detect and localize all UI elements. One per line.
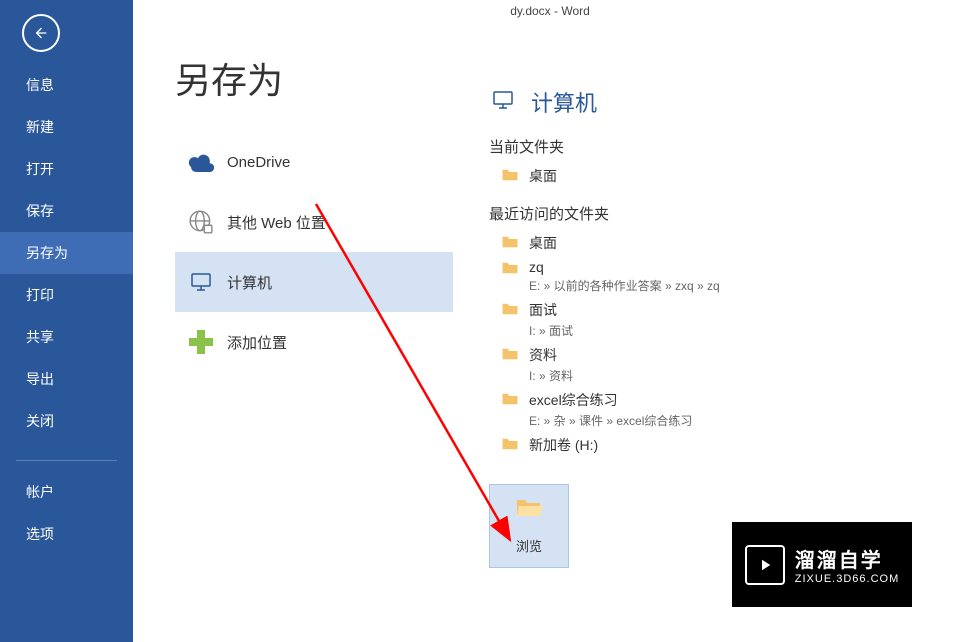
recent-folders-heading: 最近访问的文件夹: [489, 203, 967, 224]
cloud-icon: [183, 152, 219, 172]
folder-icon: [501, 347, 519, 361]
browse-label: 浏览: [516, 536, 542, 555]
sidebar-item-label: 选项: [26, 526, 54, 542]
watermark-line1: 溜溜自学: [795, 544, 899, 573]
folder-icon: [501, 302, 519, 316]
folder-name: excel综合练习: [529, 390, 692, 410]
watermark-badge: 溜溜自学 ZIXUE.3D66.COM: [732, 522, 912, 607]
current-folder-item[interactable]: 桌面: [489, 163, 967, 189]
folder-open-icon: [515, 497, 543, 524]
location-detail-title: 计算机: [531, 86, 597, 118]
recent-folder-item[interactable]: 面试 I: » 面试: [489, 297, 967, 342]
play-icon: [745, 545, 785, 585]
folder-name: 新加卷 (H:): [529, 435, 598, 455]
back-button[interactable]: [22, 14, 60, 52]
sidebar-item-label: 打开: [26, 161, 54, 177]
location-label: 计算机: [227, 272, 272, 293]
globe-icon: [183, 209, 219, 235]
sidebar-item-close[interactable]: 关闭: [0, 400, 133, 442]
sidebar-item-export[interactable]: 导出: [0, 358, 133, 400]
sidebar-item-label: 打印: [26, 287, 54, 303]
watermark-line2: ZIXUE.3D66.COM: [795, 573, 899, 585]
window-title: dy.docx - Word: [133, 0, 967, 24]
recent-folder-item[interactable]: zq E: » 以前的各种作业答案 » zxq » zq: [489, 256, 967, 297]
backstage-sidebar: 信息 新建 打开 保存 另存为 打印 共享 导出 关闭 帐户 选项: [0, 0, 133, 642]
sidebar-item-label: 新建: [26, 119, 54, 135]
location-detail-header: 计算机: [489, 86, 967, 118]
sidebar-item-save[interactable]: 保存: [0, 190, 133, 232]
folder-name: zq: [529, 259, 720, 275]
sidebar-item-label: 保存: [26, 203, 54, 219]
folder-icon: [501, 392, 519, 406]
folder-icon: [501, 261, 519, 275]
folder-icon: [501, 437, 519, 451]
page-title: 另存为: [175, 52, 453, 104]
sidebar-item-label: 帐户: [26, 484, 54, 500]
location-label: OneDrive: [227, 154, 290, 171]
folder-name: 面试: [529, 300, 573, 320]
location-computer[interactable]: 计算机: [175, 252, 453, 312]
sidebar-item-print[interactable]: 打印: [0, 274, 133, 316]
sidebar-item-label: 共享: [26, 329, 54, 345]
location-onedrive[interactable]: OneDrive: [175, 132, 453, 192]
computer-icon: [489, 88, 517, 117]
sidebar-item-new[interactable]: 新建: [0, 106, 133, 148]
computer-icon: [183, 270, 219, 294]
location-label: 添加位置: [227, 332, 287, 353]
folder-name: 桌面: [529, 166, 557, 186]
folder-path: E: » 以前的各种作业答案 » zxq » zq: [529, 277, 720, 294]
sidebar-item-open[interactable]: 打开: [0, 148, 133, 190]
browse-button[interactable]: 浏览: [489, 484, 569, 568]
recent-folder-item[interactable]: 新加卷 (H:): [489, 432, 967, 458]
current-folder-heading: 当前文件夹: [489, 136, 967, 157]
folder-icon: [501, 235, 519, 249]
sidebar-item-info[interactable]: 信息: [0, 64, 133, 106]
recent-folder-item[interactable]: excel综合练习 E: » 杂 » 课件 » excel综合练习: [489, 387, 967, 432]
folder-name: 资料: [529, 345, 573, 365]
folder-path: E: » 杂 » 课件 » excel综合练习: [529, 412, 692, 429]
sidebar-item-label: 导出: [26, 371, 54, 387]
sidebar-separator: [16, 460, 117, 461]
location-web[interactable]: 其他 Web 位置: [175, 192, 453, 252]
sidebar-item-label: 关闭: [26, 413, 54, 429]
sidebar-item-account[interactable]: 帐户: [0, 471, 133, 513]
arrow-left-icon: [33, 25, 49, 41]
folder-icon: [501, 168, 519, 182]
folder-name: 桌面: [529, 233, 557, 253]
location-list: OneDrive 其他 Web 位置 计算机: [175, 132, 453, 372]
location-add[interactable]: 添加位置: [175, 312, 453, 372]
sidebar-item-label: 信息: [26, 77, 54, 93]
plus-icon: [183, 330, 219, 354]
sidebar-item-share[interactable]: 共享: [0, 316, 133, 358]
sidebar-item-label: 另存为: [26, 245, 68, 261]
sidebar-item-saveas[interactable]: 另存为: [0, 232, 133, 274]
recent-folder-item[interactable]: 资料 I: » 资料: [489, 342, 967, 387]
recent-folder-item[interactable]: 桌面: [489, 230, 967, 256]
sidebar-item-options[interactable]: 选项: [0, 513, 133, 555]
folder-path: I: » 面试: [529, 322, 573, 339]
location-label: 其他 Web 位置: [227, 212, 326, 233]
folder-path: I: » 资料: [529, 367, 573, 384]
